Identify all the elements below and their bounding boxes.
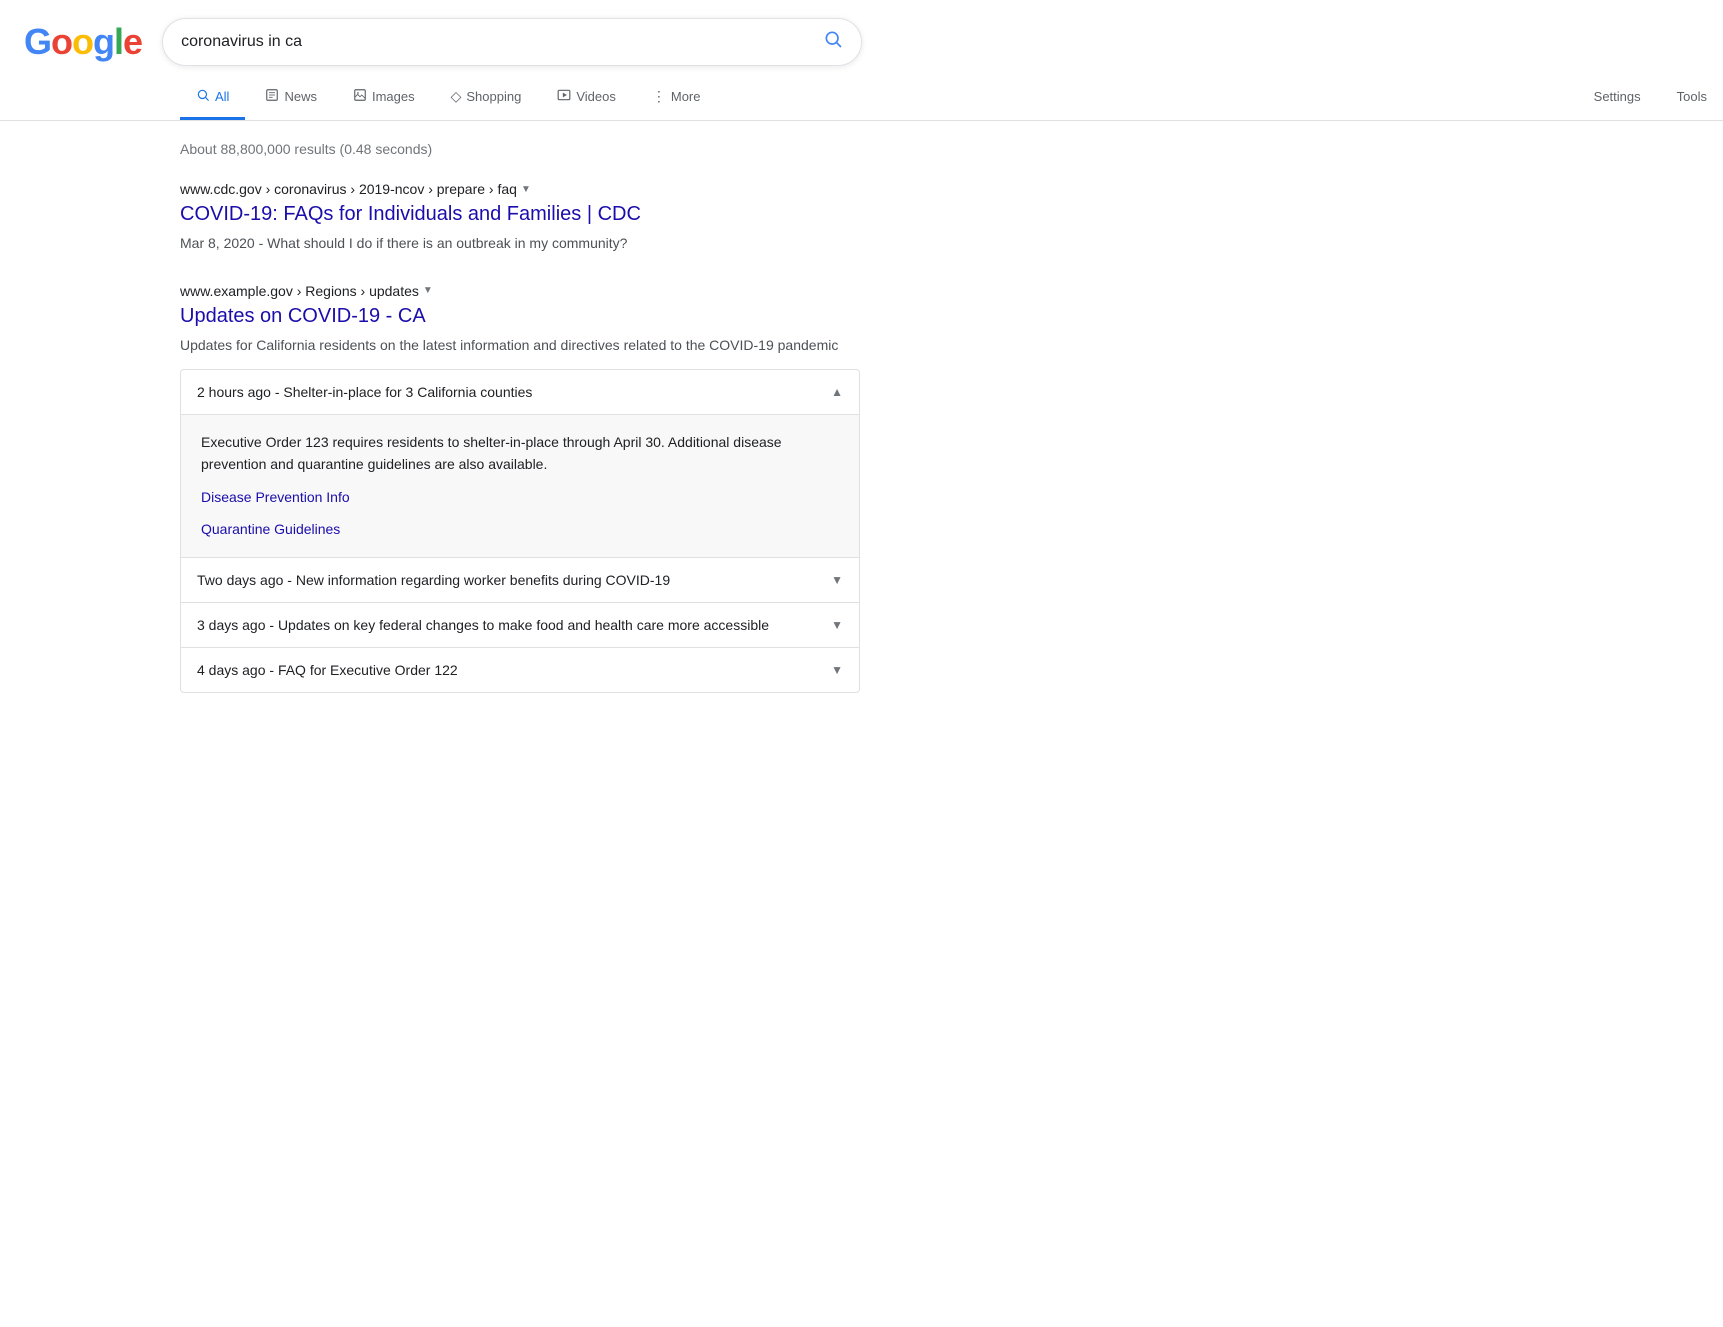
search-result-2: www.example.gov › Regions › updates ▼ Up… (180, 283, 860, 693)
result-1-url: www.cdc.gov › coronavirus › 2019-ncov › … (180, 181, 860, 197)
tab-images[interactable]: Images (337, 76, 431, 120)
main-content: About 88,800,000 results (0.48 seconds) … (0, 121, 860, 741)
disease-prevention-link[interactable]: Disease Prevention Info (201, 486, 839, 508)
google-logo: Google (24, 21, 142, 63)
expandable-item-1-content: Executive Order 123 requires residents t… (181, 414, 859, 557)
result-1-title[interactable]: COVID-19: FAQs for Individuals and Famil… (180, 203, 641, 225)
results-count: About 88,800,000 results (0.48 seconds) (180, 141, 860, 157)
tab-tools[interactable]: Tools (1661, 77, 1723, 119)
chevron-down-icon-2: ▼ (831, 573, 843, 587)
url-dropdown-arrow[interactable]: ▼ (521, 184, 531, 195)
result-1-snippet: Mar 8, 2020 - What should I do if there … (180, 233, 860, 255)
tab-news[interactable]: News (249, 76, 333, 120)
news-icon (265, 88, 279, 105)
quarantine-guidelines-link[interactable]: Quarantine Guidelines (201, 518, 839, 540)
url-dropdown-arrow-2[interactable]: ▼ (423, 285, 433, 296)
nav-right: Settings Tools (1578, 77, 1723, 119)
expandable-item-3[interactable]: 3 days ago - Updates on key federal chan… (181, 602, 859, 647)
result-2-url: www.example.gov › Regions › updates ▼ (180, 283, 860, 299)
expandable-section: 2 hours ago - Shelter-in-place for 3 Cal… (180, 369, 860, 693)
tab-settings[interactable]: Settings (1578, 77, 1657, 119)
search-result-1: www.cdc.gov › coronavirus › 2019-ncov › … (180, 181, 860, 255)
all-icon (196, 88, 210, 105)
tab-all[interactable]: All (180, 76, 245, 120)
videos-icon (557, 88, 571, 105)
shopping-icon: ◇ (451, 88, 462, 105)
images-icon (353, 88, 367, 105)
expandable-item-4[interactable]: 4 days ago - FAQ for Executive Order 122… (181, 647, 859, 692)
header: Google (0, 0, 1723, 66)
chevron-down-icon-3: ▼ (831, 618, 843, 632)
expandable-item-2[interactable]: Two days ago - New information regarding… (181, 557, 859, 602)
chevron-up-icon: ▲ (831, 385, 843, 399)
search-input[interactable] (181, 33, 823, 51)
result-2-title[interactable]: Updates on COVID-19 - CA (180, 305, 426, 327)
tab-videos[interactable]: Videos (541, 76, 632, 120)
nav-tabs: All News Images ◇ Shopping (0, 76, 1723, 121)
chevron-down-icon-4: ▼ (831, 663, 843, 677)
more-icon: ⋮ (652, 88, 666, 105)
search-icon[interactable] (823, 29, 843, 55)
tab-shopping[interactable]: ◇ Shopping (435, 76, 538, 120)
expandable-item-1: 2 hours ago - Shelter-in-place for 3 Cal… (181, 370, 859, 557)
result-2-snippet: Updates for California residents on the … (180, 335, 860, 357)
search-bar (162, 18, 862, 66)
expandable-item-1-header[interactable]: 2 hours ago - Shelter-in-place for 3 Cal… (181, 370, 859, 414)
tab-more[interactable]: ⋮ More (636, 76, 717, 120)
